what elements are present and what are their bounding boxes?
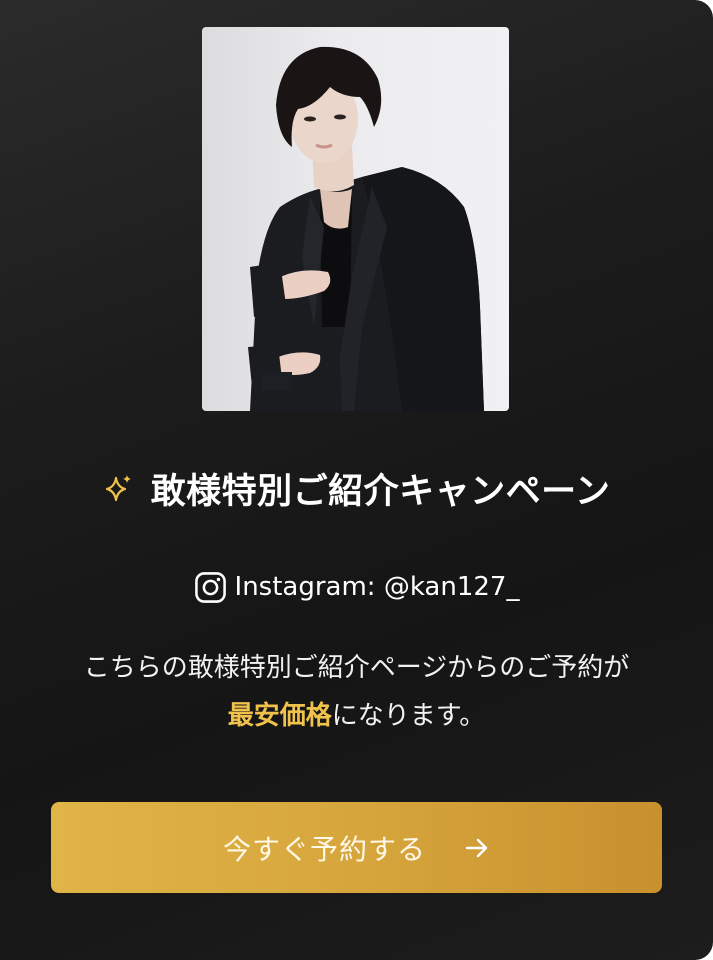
instagram-handle: Instagram: @kan127_ [234,572,520,602]
sparkle-icon [105,475,131,502]
reserve-now-button[interactable]: 今すぐ予約する [51,802,662,893]
reserve-now-label: 今すぐ予約する [222,832,426,866]
description-line-2: 最安価格になります。 [0,692,713,740]
description-line-1: こちらの敢様特別ご紹介ページからのご予約が [83,653,630,683]
campaign-title-row: 敢様特別ご紹介キャンペーン [0,462,713,514]
arrow-right-icon [465,838,488,857]
description-line-2-rest: になります。 [331,701,486,731]
campaign-card: 敢様特別ご紹介キャンペーン Instagram: @kan127_ こちらの敢様… [0,0,713,960]
campaign-description: こちらの敢様特別ご紹介ページからのご予約が 最安価格になります。 [0,644,713,740]
instagram-row: Instagram: @kan127_ [0,567,713,607]
lowest-price-highlight: 最安価格 [227,701,332,731]
instagram-icon [194,571,226,603]
profile-photo [202,27,509,411]
campaign-title: 敢様特別ご紹介キャンペーン [150,471,611,512]
